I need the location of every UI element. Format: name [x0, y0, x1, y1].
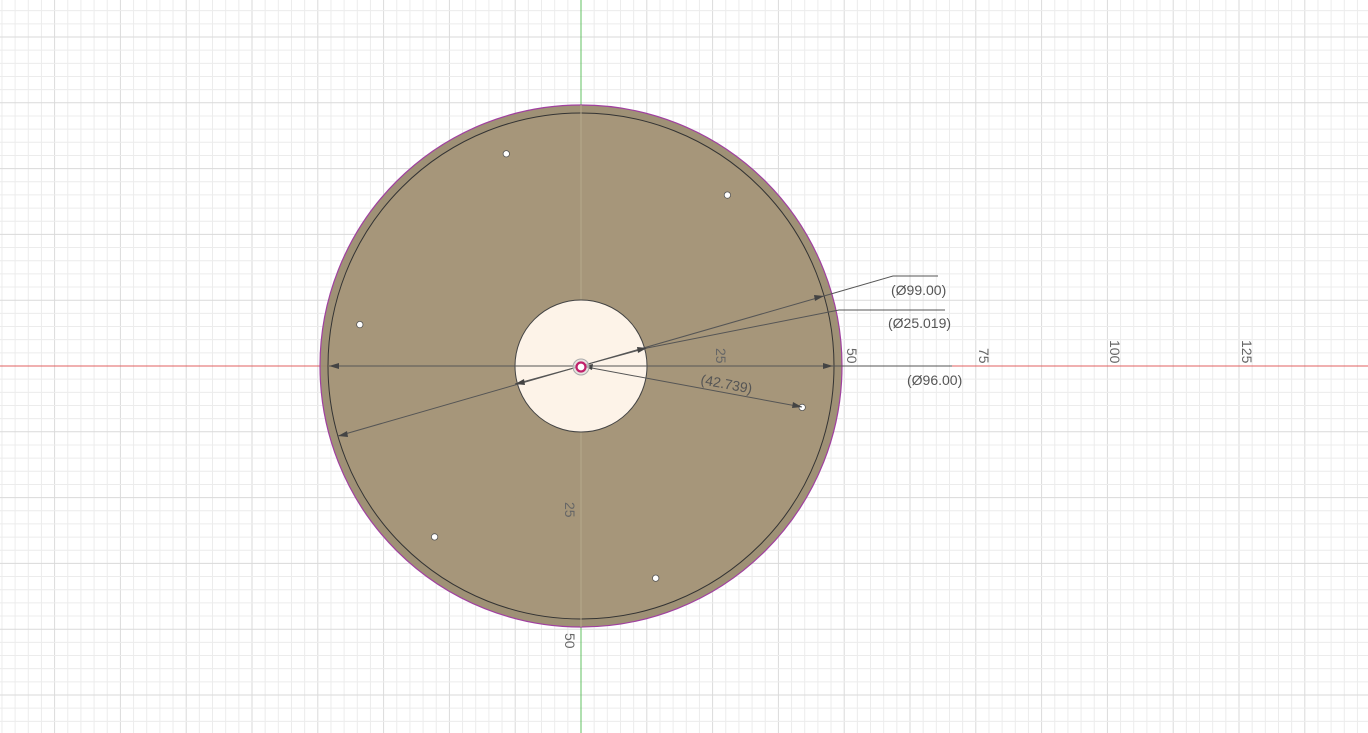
- mounting-hole[interactable]: [502, 150, 510, 158]
- mounting-hole[interactable]: [798, 403, 806, 411]
- inner-diameter-label[interactable]: (Ø96.00): [907, 372, 962, 388]
- mounting-hole[interactable]: [652, 574, 660, 582]
- outer-diameter-label[interactable]: (Ø99.00): [891, 282, 946, 298]
- y-tick-label: 50: [562, 633, 578, 649]
- x-tick-label: 75: [976, 348, 992, 364]
- mounting-hole[interactable]: [356, 320, 364, 329]
- bore-diameter-label[interactable]: (Ø25.019): [888, 315, 951, 331]
- mounting-hole[interactable]: [430, 533, 439, 541]
- x-tick-label: 50: [844, 348, 860, 364]
- origin-point-icon[interactable]: [575, 361, 587, 373]
- x-tick-label: 125: [1239, 340, 1255, 364]
- y-tick-label: 25: [562, 502, 578, 518]
- x-tick-label: 25: [713, 348, 729, 364]
- mounting-hole[interactable]: [723, 191, 732, 199]
- x-tick-label: 100: [1107, 340, 1123, 364]
- origin-marker[interactable]: [572, 358, 590, 376]
- sketch-canvas[interactable]: (Ø99.00) (Ø25.019) (Ø96.00) (42.739) 25 …: [0, 0, 1368, 733]
